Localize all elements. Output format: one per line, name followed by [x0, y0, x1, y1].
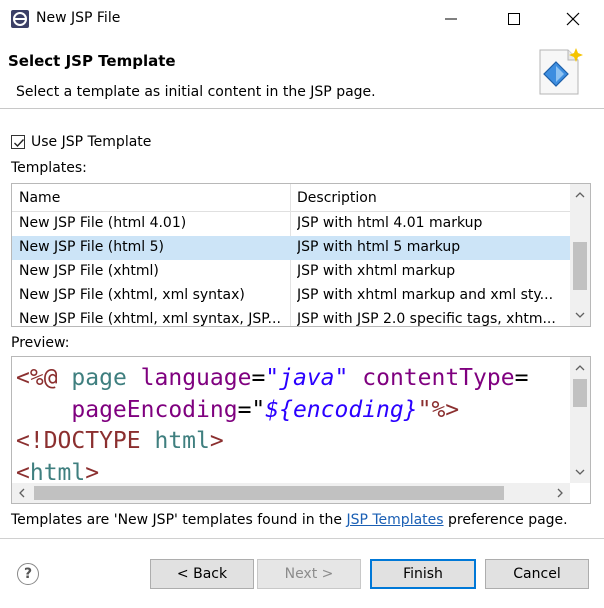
row-name: New JSP File (xhtml, xml syntax, JSP...: [19, 311, 281, 327]
code-token: ${encoding}: [265, 396, 418, 423]
templates-label: Templates:: [11, 160, 87, 176]
scroll-down-icon[interactable]: [570, 463, 590, 481]
row-name: New JSP File (html 4.01): [19, 215, 187, 231]
minimize-icon: [445, 18, 457, 20]
scroll-right-icon[interactable]: [550, 484, 570, 502]
wizard-header: Select JSP Template Select a template as…: [0, 38, 604, 106]
cancel-button[interactable]: Cancel: [485, 559, 589, 589]
templates-table[interactable]: Name Description New JSP File (html 4.01…: [11, 183, 591, 327]
row-description: JSP with JSP 2.0 specific tags, xhtm...: [297, 311, 556, 327]
info-text-prefix: Templates are 'New JSP' templates found …: [11, 512, 347, 528]
checkbox-box[interactable]: [11, 135, 25, 149]
row-description: JSP with xhtml markup: [297, 263, 456, 279]
template-preview[interactable]: <%@ page language="java" contentType= pa…: [11, 356, 591, 504]
code-token: pageEncoding: [71, 396, 238, 423]
templates-info-text: Templates are 'New JSP' templates found …: [11, 512, 568, 528]
table-row-selected[interactable]: New JSP File (html 5) JSP with html 5 ma…: [12, 236, 570, 260]
row-name: New JSP File (xhtml): [19, 263, 159, 279]
maximize-icon: [508, 13, 520, 25]
scrollbar-thumb[interactable]: [573, 379, 587, 407]
table-vertical-scrollbar[interactable]: [570, 184, 590, 326]
code-token: contentType: [362, 365, 515, 391]
scroll-down-icon[interactable]: [570, 306, 590, 324]
code-token: html: [154, 428, 210, 454]
close-button[interactable]: [550, 0, 596, 38]
code-token: "%>: [417, 396, 460, 423]
scroll-up-icon[interactable]: [570, 186, 590, 204]
scroll-left-icon[interactable]: [12, 484, 32, 502]
row-description: JSP with html 4.01 markup: [297, 215, 483, 231]
code-token: =": [237, 396, 266, 423]
code-token: page: [71, 365, 127, 391]
code-token: >: [85, 459, 100, 486]
help-icon[interactable]: ?: [17, 563, 39, 585]
close-icon: [566, 12, 580, 26]
row-description: JSP with html 5 markup: [297, 239, 461, 255]
preview-label: Preview:: [11, 335, 70, 351]
maximize-button[interactable]: [491, 0, 537, 38]
code-token: "java": [265, 365, 349, 391]
footer-separator: [0, 538, 604, 539]
page-description: Select a template as initial content in …: [16, 84, 376, 100]
row-name: New JSP File (html 5): [19, 239, 164, 255]
checkmark-icon: [14, 139, 25, 148]
scroll-up-icon[interactable]: [570, 359, 590, 377]
window-title: New JSP File: [36, 10, 121, 26]
scrollbar-thumb[interactable]: [573, 242, 587, 290]
table-row[interactable]: New JSP File (xhtml) JSP with xhtml mark…: [12, 260, 570, 284]
preview-horizontal-scrollbar[interactable]: [12, 483, 570, 503]
jsp-templates-link[interactable]: JSP Templates: [346, 512, 443, 528]
table-row[interactable]: New JSP File (xhtml, xml syntax, JSP... …: [12, 308, 570, 327]
table-row[interactable]: New JSP File (html 4.01) JSP with html 4…: [12, 212, 570, 236]
table-row[interactable]: New JSP File (xhtml, xml syntax) JSP wit…: [12, 284, 570, 308]
code-token: >: [209, 428, 224, 454]
preview-vertical-scrollbar[interactable]: [570, 357, 590, 483]
header-separator: [0, 108, 604, 109]
code-token: <!DOCTYPE: [16, 428, 141, 454]
page-title: Select JSP Template: [8, 52, 176, 70]
row-description: JSP with xhtml markup and xml sty...: [297, 287, 554, 303]
back-button[interactable]: < Back: [150, 559, 254, 589]
column-header-name[interactable]: Name: [19, 190, 60, 206]
column-header-description[interactable]: Description: [297, 190, 377, 206]
row-name: New JSP File (xhtml, xml syntax): [19, 287, 245, 303]
checkbox-label: Use JSP Template: [31, 134, 152, 150]
code-token: language: [140, 365, 252, 391]
use-jsp-template-checkbox[interactable]: Use JSP Template: [11, 134, 151, 150]
eclipse-app-icon: [11, 10, 29, 28]
jsp-file-wizard-icon: [539, 48, 583, 95]
table-header: Name Description: [12, 184, 570, 212]
code-token: =: [514, 365, 529, 391]
title-bar: New JSP File: [0, 0, 604, 38]
info-text-suffix: preference page.: [443, 512, 568, 528]
preview-code: <%@ page language="java" contentType= pa…: [16, 363, 528, 489]
minimize-button[interactable]: [428, 0, 474, 38]
code-token: =: [251, 365, 266, 391]
finish-button[interactable]: Finish: [370, 559, 476, 589]
code-token: <%@: [16, 365, 58, 391]
code-token: html: [29, 459, 86, 486]
next-button[interactable]: Next >: [257, 559, 361, 589]
scrollbar-thumb[interactable]: [34, 486, 504, 500]
code-token: <: [16, 459, 30, 486]
